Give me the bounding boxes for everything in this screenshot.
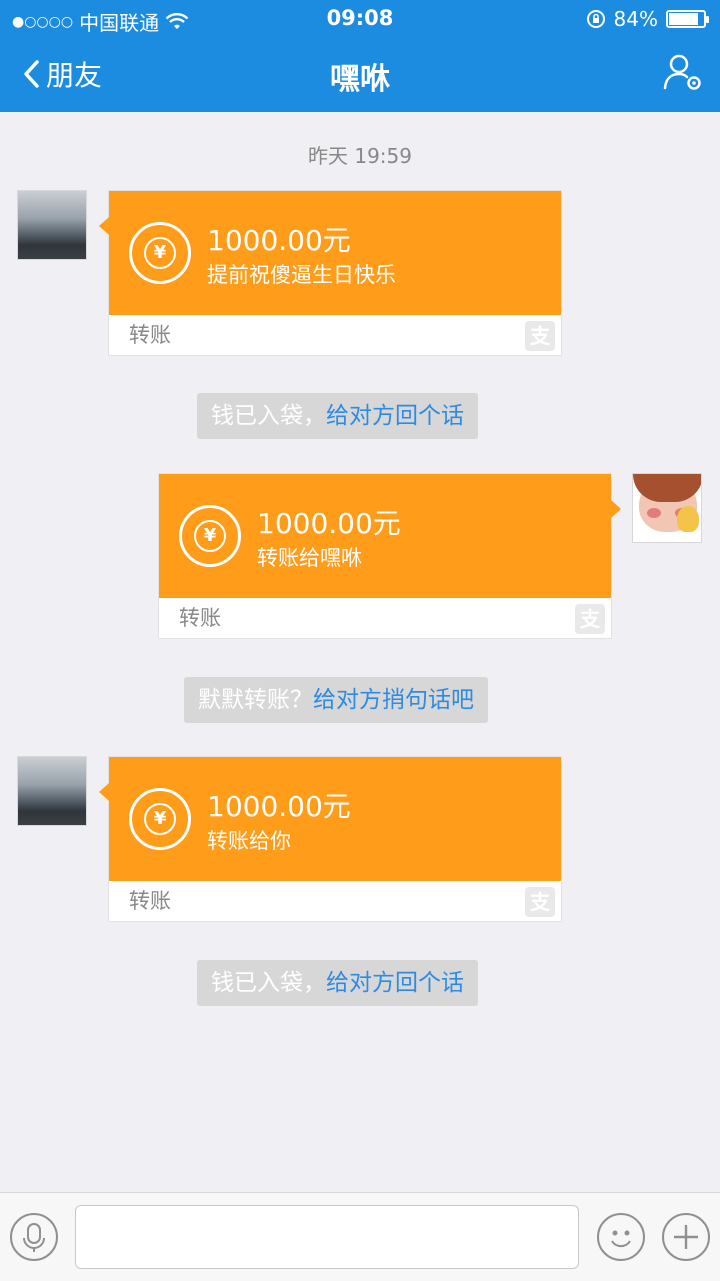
transfer-memo: 转账给嘿咻 [257,546,362,570]
transfer-card-header: ¥ 1000.00元 转账给嘿咻 [159,474,611,598]
transfer-card[interactable]: ¥ 1000.00元 提前祝傻逼生日快乐 转账 支 [99,190,562,356]
contact-avatar[interactable] [17,756,87,826]
transfer-notice: 钱已入袋，给对方回个话 [197,960,478,1006]
notice-text: 钱已入袋， [211,970,326,996]
notice-text: 钱已入袋， [211,403,326,429]
bubble-tail [99,783,109,801]
transfer-card-header: ¥ 1000.00元 转账给你 [109,757,561,881]
status-bar: ●○○○○ 中国联通 09:08 84% [0,0,720,36]
top-bar: ●○○○○ 中国联通 09:08 84% 朋友 嘿咻 [0,0,720,112]
emoji-button[interactable] [597,1213,645,1261]
alipay-icon: 支 [525,321,555,351]
reply-link[interactable]: 给对方回个话 [326,970,464,996]
transfer-card[interactable]: ¥ 1000.00元 转账给你 转账 支 [99,756,562,922]
notice-text: 默默转账？ [198,687,313,713]
input-bar [0,1192,720,1281]
plus-icon [674,1225,698,1249]
battery-fill [669,13,698,25]
profile-settings-icon [663,54,701,90]
transfer-notice: 钱已入袋，给对方回个话 [197,393,478,439]
transfer-card[interactable]: ¥ 1000.00元 转账给嘿咻 转账 支 [158,473,621,639]
transfer-amount: 1000.00元 [257,507,401,540]
message-timestamp: 昨天 19:59 [308,144,412,168]
bubble-tail [611,500,621,518]
transfer-label: 转账 [129,889,171,913]
my-avatar[interactable] [632,473,702,543]
transfer-memo: 转账给你 [207,829,291,853]
lock-rotation-icon [586,10,605,28]
avatar-hand [677,506,699,532]
reply-link[interactable]: 给对方捎句话吧 [313,687,474,713]
transfer-memo: 提前祝傻逼生日快乐 [207,263,396,287]
reply-link[interactable]: 给对方回个话 [326,403,464,429]
transfer-notice: 默默转账？给对方捎句话吧 [184,677,488,723]
avatar-cheek [647,508,661,518]
message-input[interactable] [75,1205,579,1269]
transfer-label: 转账 [179,606,221,630]
alipay-icon: 支 [575,604,605,634]
emoji-icon [611,1230,631,1248]
profile-settings-button[interactable] [662,52,704,98]
battery-percentage: 84% [613,7,658,31]
more-button[interactable] [662,1213,710,1261]
transfer-amount: 1000.00元 [207,224,351,257]
yuan-coin-icon: ¥ [129,222,191,284]
chat-title: 嘿咻 [330,62,390,97]
status-right: 84% [586,7,709,31]
transfer-label: 转账 [129,323,171,347]
transfer-amount: 1000.00元 [207,790,351,823]
transfer-card-header: ¥ 1000.00元 提前祝傻逼生日快乐 [109,191,561,315]
microphone-icon [23,1223,45,1252]
battery-icon [666,10,709,28]
navigation-bar: 朋友 嘿咻 [0,36,720,112]
voice-button[interactable] [10,1213,58,1261]
yuan-coin-icon: ¥ [129,788,191,850]
bubble-tail [99,217,109,235]
contact-avatar[interactable] [17,190,87,260]
alipay-icon: 支 [525,887,555,917]
yuan-coin-icon: ¥ [179,505,241,567]
